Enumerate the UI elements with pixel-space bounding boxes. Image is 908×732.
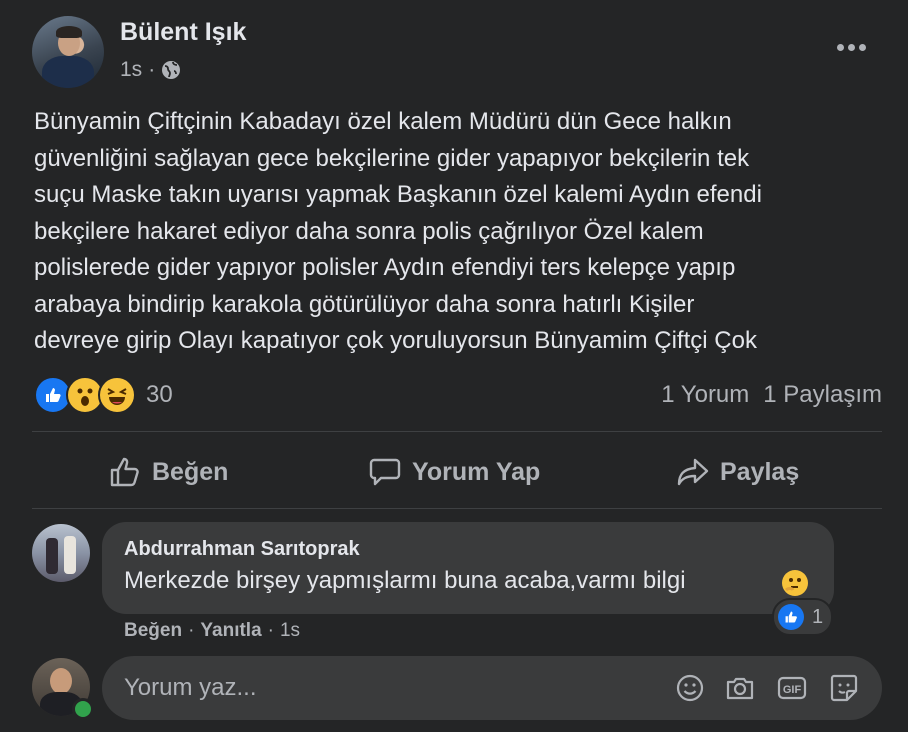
post-meta: 1s · bbox=[120, 58, 181, 82]
comment-reaction-badge[interactable]: 1 bbox=[772, 598, 834, 636]
sticker-icon[interactable] bbox=[828, 672, 860, 704]
comments-count[interactable]: 1 Yorum bbox=[661, 381, 749, 409]
post-time[interactable]: 1s bbox=[120, 58, 142, 82]
share-arrow-icon bbox=[677, 458, 709, 486]
author-avatar[interactable] bbox=[32, 16, 104, 88]
gif-icon[interactable]: GIF bbox=[776, 672, 808, 704]
online-status-icon bbox=[72, 698, 94, 720]
thumbs-up-icon bbox=[110, 457, 139, 487]
comment-button[interactable]: Yorum Yap bbox=[368, 450, 540, 494]
haha-icon bbox=[98, 376, 136, 414]
emoji-icon[interactable] bbox=[674, 672, 706, 704]
reaction-icons[interactable] bbox=[34, 376, 136, 414]
comment-like-link[interactable]: Beğen bbox=[124, 620, 182, 642]
post-author-name[interactable]: Bülent Işık bbox=[120, 18, 246, 47]
like-label: Beğen bbox=[152, 457, 229, 486]
comment-label: Yorum Yap bbox=[412, 457, 541, 486]
comment-reply-link[interactable]: Yanıtla bbox=[200, 620, 261, 642]
divider bbox=[32, 508, 882, 509]
post-text: Bünyamin Çiftçinin Kabadayı özel kalem M… bbox=[34, 108, 762, 354]
meta-separator: · bbox=[148, 58, 156, 81]
share-button[interactable]: Paylaş bbox=[676, 450, 799, 494]
commenter-avatar[interactable] bbox=[32, 524, 90, 582]
globe-icon[interactable] bbox=[161, 60, 181, 80]
like-icon bbox=[778, 604, 804, 630]
comment-reaction-count: 1 bbox=[812, 605, 824, 628]
comment-actions-separator: · bbox=[188, 620, 195, 641]
comment-input[interactable] bbox=[102, 656, 882, 720]
shares-count[interactable]: 1 Paylaşım bbox=[763, 381, 882, 409]
post-stats: 1 Yorum 1 Paylaşım bbox=[661, 381, 882, 409]
comment-actions: Beğen · Yanıtla · 1s bbox=[124, 620, 300, 642]
divider bbox=[32, 431, 882, 432]
commenter-name[interactable]: Abdurrahman Sarıtoprak bbox=[124, 538, 360, 561]
comment-actions-separator: · bbox=[267, 620, 274, 641]
comment-bubble-icon bbox=[369, 458, 401, 486]
comment-time[interactable]: 1s bbox=[280, 620, 300, 642]
reaction-count[interactable]: 30 bbox=[146, 381, 173, 409]
like-button[interactable]: Beğen bbox=[108, 450, 228, 494]
more-options-icon[interactable] bbox=[834, 32, 868, 62]
camera-icon[interactable] bbox=[724, 672, 756, 704]
svg-text:GIF: GIF bbox=[783, 684, 802, 696]
thinking-face-icon bbox=[782, 570, 808, 596]
share-label: Paylaş bbox=[720, 457, 800, 486]
comment-text: Merkezde birşey yapmışlarmı buna acaba,v… bbox=[124, 567, 686, 594]
